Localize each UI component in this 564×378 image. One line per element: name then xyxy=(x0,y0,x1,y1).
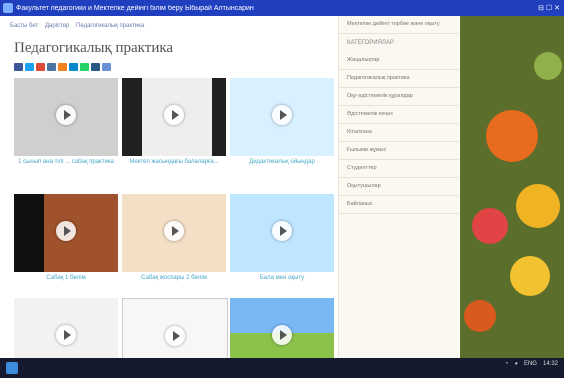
system-tray: ◔ ◕ ENG 14:32 xyxy=(505,361,558,367)
video-caption[interactable]: Сабақ жоспары 2 бөлім xyxy=(122,274,226,282)
flower-wallpaper xyxy=(460,16,564,358)
wifi-icon[interactable]: ◔ xyxy=(505,361,509,367)
volume-icon[interactable]: ◕ xyxy=(514,361,518,367)
clock[interactable]: 14:32 xyxy=(543,361,558,367)
video-thumbnail[interactable] xyxy=(230,78,334,156)
language-indicator[interactable]: ENG xyxy=(524,361,537,367)
sidebar-item[interactable]: Студенттер xyxy=(339,160,459,178)
share-icon[interactable] xyxy=(102,63,111,71)
video-thumbnail[interactable] xyxy=(14,298,118,358)
play-icon[interactable] xyxy=(56,221,76,241)
video-thumbnail[interactable] xyxy=(230,298,334,358)
sidebar: Мектепке дейінгі тәрбие және оқыту КАТЕГ… xyxy=(338,16,459,358)
mail-icon[interactable] xyxy=(91,63,100,71)
browser-titlebar: Факультет педагогики и Мектепке дейінгі … xyxy=(0,0,564,16)
play-icon[interactable] xyxy=(56,105,76,125)
whatsapp-icon[interactable] xyxy=(80,63,89,71)
google-plus-icon[interactable] xyxy=(36,63,45,71)
video-thumbnail[interactable] xyxy=(230,194,334,272)
window-controls[interactable]: ⊟ ☐ ✕ xyxy=(538,4,560,12)
sidebar-item[interactable]: Кітапхана xyxy=(339,124,459,142)
sidebar-item[interactable]: Педагогикалық практика xyxy=(339,70,459,88)
sidebar-item[interactable]: Ғылыми жұмыс xyxy=(339,142,459,160)
sidebar-heading: КАТЕГОРИЯЛАР xyxy=(347,40,394,46)
video-caption[interactable]: Дидактикалық ойындар xyxy=(230,158,334,166)
sidebar-item[interactable]: Байланыс xyxy=(339,196,459,214)
play-icon[interactable] xyxy=(164,105,184,125)
sidebar-top-link[interactable]: Мектепке дейінгі тәрбие және оқыту xyxy=(339,16,459,34)
breadcrumb-item: Педагогикалық практика xyxy=(76,23,145,29)
breadcrumb-item[interactable]: Дәрістер xyxy=(45,23,69,29)
telegram-icon[interactable] xyxy=(69,63,78,71)
page-title: Педагогикалық практика xyxy=(14,40,174,56)
sidebar-item[interactable]: Жаңалықтар xyxy=(339,52,459,70)
play-icon[interactable] xyxy=(272,221,292,241)
sidebar-item[interactable]: Оқу-әдістемелік құралдар xyxy=(339,88,459,106)
video-caption[interactable]: 1 сынып ана тілі ... сабақ практика xyxy=(14,158,118,166)
play-icon[interactable] xyxy=(272,105,292,125)
video-caption[interactable]: Сабақ 1 бөлім xyxy=(14,274,118,282)
play-icon[interactable] xyxy=(56,325,76,345)
taskbar: ◔ ◕ ENG 14:32 xyxy=(0,358,564,378)
app-logo-icon xyxy=(3,3,13,13)
play-icon[interactable] xyxy=(164,221,184,241)
video-thumbnail[interactable] xyxy=(122,298,228,358)
facebook-icon[interactable] xyxy=(14,63,23,71)
play-icon[interactable] xyxy=(165,326,185,346)
breadcrumb-item[interactable]: Басты бет xyxy=(10,23,38,29)
video-caption[interactable]: Бала мен оқыту xyxy=(230,274,334,282)
odnoklassniki-icon[interactable] xyxy=(58,63,67,71)
video-thumbnail[interactable] xyxy=(122,78,226,156)
social-share-bar xyxy=(14,63,111,71)
sidebar-item[interactable]: Оқытушылар xyxy=(339,178,459,196)
play-icon[interactable] xyxy=(272,325,292,345)
breadcrumb: Басты бет Дәрістер Педагогикалық практик… xyxy=(10,23,149,29)
video-thumbnail[interactable] xyxy=(122,194,226,272)
desktop-wallpaper xyxy=(460,16,564,358)
vk-icon[interactable] xyxy=(47,63,56,71)
video-thumbnail[interactable] xyxy=(14,194,118,272)
start-button[interactable] xyxy=(6,362,18,374)
video-thumbnail[interactable] xyxy=(14,78,118,156)
sidebar-item[interactable]: Әдістемелік кеңес xyxy=(339,106,459,124)
window-title: Факультет педагогики и Мектепке дейінгі … xyxy=(16,4,254,12)
video-caption[interactable]: Мектеп жасындағы балаларға... xyxy=(122,158,226,166)
twitter-icon[interactable] xyxy=(25,63,34,71)
